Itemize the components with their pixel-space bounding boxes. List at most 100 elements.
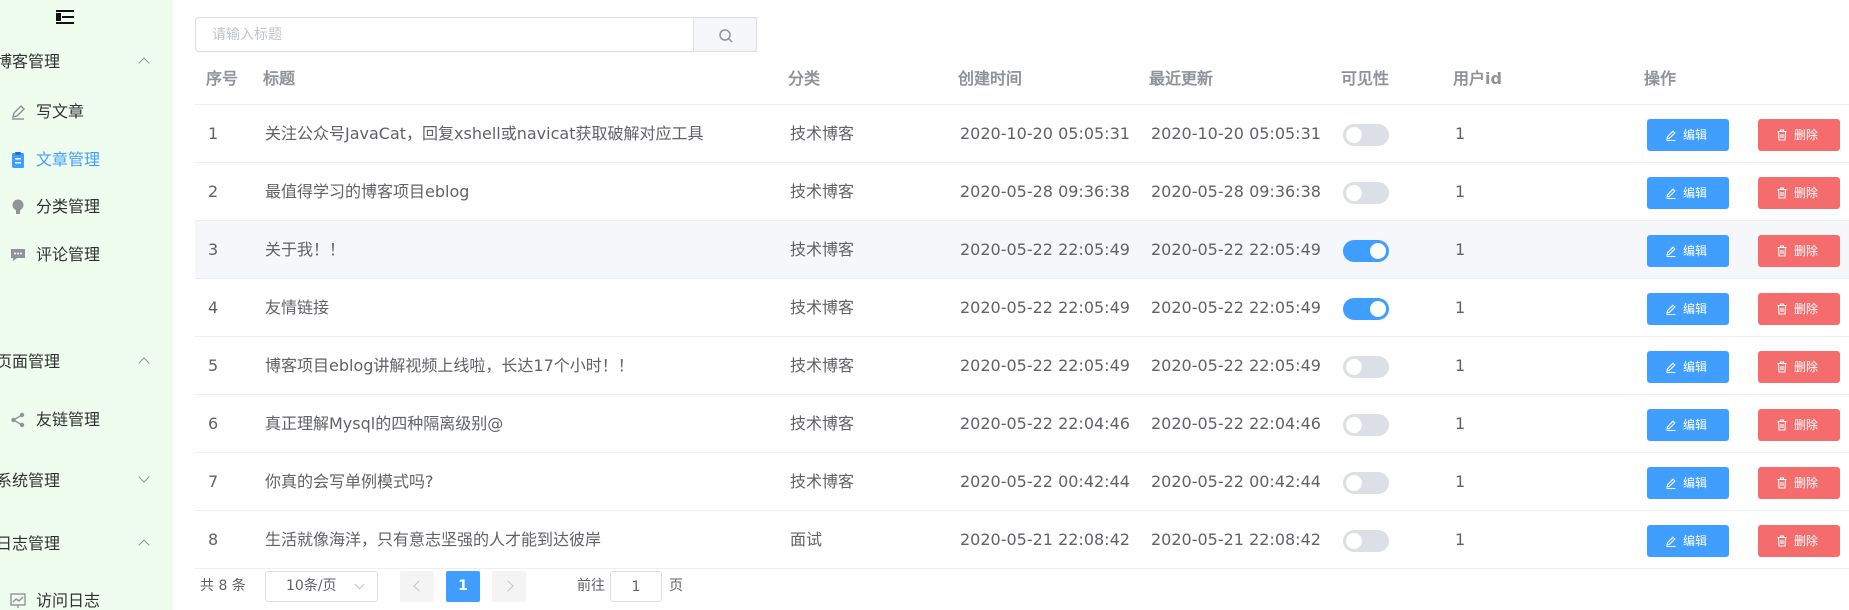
cell-updated: 2020-05-28 09:36:38 <box>1151 182 1321 201</box>
cell-user-id: 1 <box>1455 124 1466 143</box>
sidebar-item-categories[interactable]: 分类管理 <box>0 194 173 220</box>
toggle-knob <box>1346 533 1362 549</box>
cell-category: 技术博客 <box>790 240 855 259</box>
pen-icon <box>11 104 26 120</box>
visibility-toggle[interactable] <box>1343 472 1389 494</box>
visibility-toggle[interactable] <box>1343 124 1389 146</box>
page-size-select[interactable]: 10条/页 <box>265 571 378 602</box>
toggle-knob <box>1346 127 1362 143</box>
trash-icon <box>1777 245 1787 257</box>
cell-user-id: 1 <box>1455 472 1466 491</box>
sidebar-item-access-log[interactable]: 访问日志 <box>0 588 173 610</box>
cell-created: 2020-05-22 22:05:49 <box>960 356 1130 375</box>
sidebar-item-links[interactable]: 友链管理 <box>0 407 173 433</box>
visibility-toggle[interactable] <box>1343 182 1389 204</box>
edit-label: 编辑 <box>1683 360 1708 374</box>
delete-label: 删除 <box>1794 534 1819 548</box>
table-row: 7 你真的会写单例模式吗? 技术博客 2020-05-22 00:42:44 2020-… <box>195 453 1849 511</box>
cell-title: 最值得学习的博客项目eblog <box>265 182 470 201</box>
cell-index: 7 <box>208 472 219 491</box>
edit-button[interactable]: 编辑 <box>1647 293 1729 325</box>
menu-group-system[interactable]: 系统管理 <box>0 469 173 493</box>
edit-label: 编辑 <box>1683 418 1708 432</box>
delete-button[interactable]: 删除 <box>1758 525 1840 557</box>
edit-button[interactable]: 编辑 <box>1647 351 1729 383</box>
delete-button[interactable]: 删除 <box>1758 351 1840 383</box>
cell-created: 2020-05-28 09:36:38 <box>960 182 1130 201</box>
search-box <box>195 17 758 52</box>
delete-label: 删除 <box>1794 244 1819 258</box>
cell-index: 3 <box>208 240 219 259</box>
edit-icon <box>1666 362 1676 373</box>
toggle-knob <box>1370 243 1386 259</box>
menu-group-label: 日志管理 <box>0 534 61 553</box>
goto-page-field <box>610 571 662 602</box>
cell-created: 2020-10-20 05:05:31 <box>960 124 1130 143</box>
edit-button[interactable]: 编辑 <box>1647 235 1729 267</box>
pagination-total: 共 8 条 <box>200 578 246 594</box>
trash-icon <box>1777 535 1787 547</box>
edit-label: 编辑 <box>1683 244 1708 258</box>
cell-index: 1 <box>208 124 219 143</box>
next-page-button[interactable] <box>492 571 526 602</box>
column-header: 标题 <box>263 69 296 88</box>
chevron-down-icon <box>138 471 150 483</box>
sidebar-item-label: 写文章 <box>36 102 85 121</box>
prev-page-button[interactable] <box>400 571 434 602</box>
table-row: 8 生活就像海洋，只有意志坚强的人才能到达彼岸 面试 2020-05-21 22:08… <box>195 511 1849 569</box>
cell-title: 你真的会写单例模式吗? <box>265 472 434 491</box>
delete-button[interactable]: 删除 <box>1758 467 1840 499</box>
visibility-toggle[interactable] <box>1343 298 1389 320</box>
delete-button[interactable]: 删除 <box>1758 119 1840 151</box>
edit-button[interactable]: 编辑 <box>1647 119 1729 151</box>
cell-created: 2020-05-22 22:05:49 <box>960 240 1130 259</box>
table-body: 1 关注公众号JavaCat，回复xshell或navicat获取破解对应工具技术… <box>195 105 1849 569</box>
visibility-toggle[interactable] <box>1343 414 1389 436</box>
table-row: 2 最值得学习的博客项目eblog 技术博客 2020-05-28 09:36:38 2… <box>195 163 1849 221</box>
edit-icon <box>1666 478 1676 489</box>
edit-icon <box>1666 304 1676 315</box>
chevron-up-icon <box>138 539 150 551</box>
toggle-knob <box>1346 359 1362 375</box>
cell-index: 6 <box>208 414 219 433</box>
cell-category: 技术博客 <box>790 298 855 317</box>
cell-user-id: 1 <box>1455 530 1466 549</box>
delete-button[interactable]: 删除 <box>1758 293 1840 325</box>
chart-icon <box>10 593 26 608</box>
collapse-menu-icon[interactable] <box>56 8 76 26</box>
bulb-icon <box>12 199 24 214</box>
visibility-toggle[interactable] <box>1343 356 1389 378</box>
search-input[interactable] <box>196 18 758 51</box>
edit-button[interactable]: 编辑 <box>1647 409 1729 441</box>
sidebar-item-articles[interactable]: 文章管理 <box>0 147 173 173</box>
chevron-up-icon <box>138 57 150 69</box>
column-header: 分类 <box>788 69 821 88</box>
menu-group-logs[interactable]: 日志管理 <box>0 532 173 556</box>
page-number-current[interactable]: 1 <box>446 571 480 602</box>
edit-button[interactable]: 编辑 <box>1647 177 1729 209</box>
edit-label: 编辑 <box>1683 128 1708 142</box>
sidebar-item-label: 评论管理 <box>36 245 101 264</box>
trash-icon <box>1777 187 1787 199</box>
menu-group-blog[interactable]: 博客管理 <box>0 50 173 74</box>
delete-button[interactable]: 删除 <box>1758 235 1840 267</box>
trash-icon <box>1777 303 1787 315</box>
sidebar-item-write[interactable]: 写文章 <box>0 99 173 125</box>
sidebar-item-label: 文章管理 <box>36 150 101 169</box>
edit-icon <box>1666 536 1676 547</box>
visibility-toggle[interactable] <box>1343 240 1389 262</box>
edit-button[interactable]: 编辑 <box>1647 525 1729 557</box>
cell-title: 关注公众号JavaCat，回复xshell或navicat获取破解对应工具 <box>265 124 704 143</box>
search-button[interactable] <box>693 17 757 52</box>
visibility-toggle[interactable] <box>1343 530 1389 552</box>
table-row: 4 友情链接 技术博客 2020-05-22 22:05:49 2020-05-22 2… <box>195 279 1849 337</box>
menu-group-pages[interactable]: 页面管理 <box>0 350 173 374</box>
delete-button[interactable]: 删除 <box>1758 409 1840 441</box>
menu-group-label: 博客管理 <box>0 52 61 71</box>
goto-page-input[interactable] <box>611 572 661 601</box>
edit-label: 编辑 <box>1683 534 1708 548</box>
delete-label: 删除 <box>1794 302 1819 316</box>
sidebar-item-comments[interactable]: 评论管理 <box>0 242 173 268</box>
edit-button[interactable]: 编辑 <box>1647 467 1729 499</box>
delete-button[interactable]: 删除 <box>1758 177 1840 209</box>
